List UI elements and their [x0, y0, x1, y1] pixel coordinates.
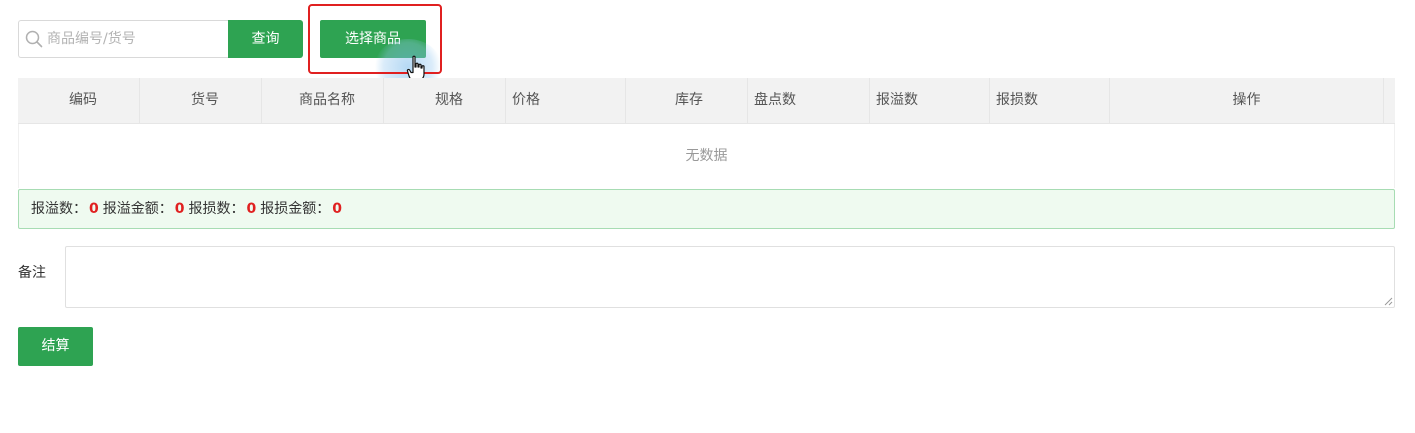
column-header-actions: 操作: [1110, 78, 1384, 123]
loss-count-label: 报损数：: [188, 201, 245, 217]
empty-state: 无数据: [685, 148, 728, 164]
overflow-count-label: 报溢数：: [31, 201, 87, 217]
column-header-price: 价格: [506, 78, 626, 123]
table-body: 无数据: [18, 124, 1395, 188]
query-button[interactable]: 查询: [228, 20, 303, 58]
column-header-count: 盘点数: [748, 78, 870, 123]
column-header-overflow: 报溢数: [870, 78, 990, 123]
table-header: 编码 货号 商品名称 规格 价格 库存 盘点数 报溢数 报损数 操作: [18, 78, 1395, 124]
column-header-spec: 规格: [384, 78, 506, 123]
overflow-count-value: 0: [89, 201, 99, 217]
search-icon: [25, 30, 43, 48]
resize-grip-icon[interactable]: [1384, 297, 1393, 306]
overflow-amount-label: 报溢金额：: [102, 201, 173, 217]
column-header-loss: 报损数: [990, 78, 1110, 123]
remark-label: 备注: [18, 265, 46, 281]
settle-button[interactable]: 结算: [18, 327, 93, 366]
summary-bar: 报溢数： 0 报溢金额： 0 报损数： 0 报损金额： 0: [18, 189, 1395, 229]
search-box[interactable]: [18, 20, 228, 58]
loss-amount-label: 报损金额：: [260, 201, 331, 217]
loss-amount-value: 0: [332, 201, 342, 217]
overflow-amount-value: 0: [174, 201, 185, 217]
column-header-name: 商品名称: [262, 78, 384, 123]
column-header-sku: 货号: [140, 78, 262, 123]
remark-textarea[interactable]: [65, 246, 1395, 308]
column-header-code: 编码: [18, 78, 140, 123]
search-input[interactable]: [47, 21, 223, 57]
column-header-stock: 库存: [626, 78, 748, 123]
loss-count-value: 0: [246, 201, 257, 217]
select-goods-button[interactable]: 选择商品: [320, 20, 426, 58]
